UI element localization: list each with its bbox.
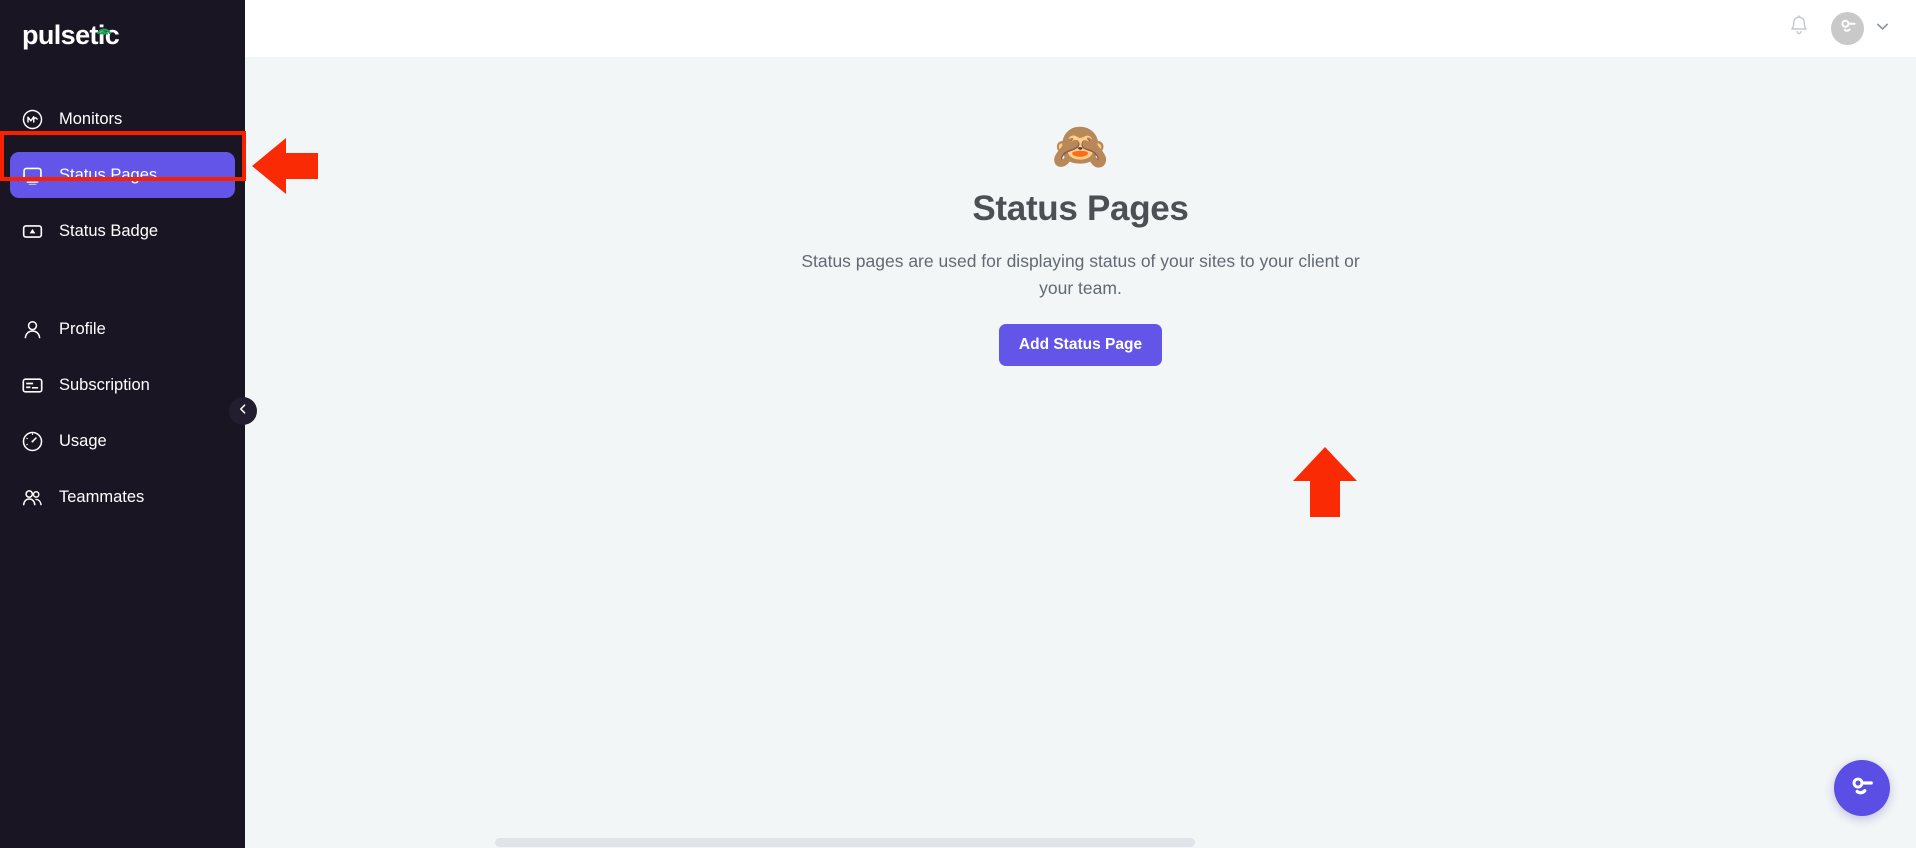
user-key-avatar-icon — [1837, 15, 1859, 42]
chevron-left-icon — [237, 402, 249, 420]
content-area: 🙈 Status Pages Status pages are used for… — [245, 57, 1916, 848]
app-root: pulsetic Monitors — [0, 0, 1916, 848]
status-badge-icon — [19, 218, 45, 244]
page-title: Status Pages — [761, 189, 1401, 229]
sidebar-collapse-button[interactable] — [229, 397, 257, 425]
status-page-screen-icon — [19, 162, 45, 188]
see-no-evil-monkey-icon: 🙈 — [761, 123, 1401, 175]
sidebar: pulsetic Monitors — [0, 0, 245, 848]
topbar — [245, 0, 1916, 57]
sidebar-item-profile[interactable]: Profile — [10, 306, 235, 352]
notifications-button[interactable] — [1787, 14, 1811, 43]
brand-logo[interactable]: pulsetic — [0, 0, 245, 70]
user-profile-icon — [19, 316, 45, 342]
account-menu-button[interactable] — [1831, 12, 1890, 45]
empty-state: 🙈 Status Pages Status pages are used for… — [761, 123, 1401, 848]
empty-state-description: Status pages are used for displaying sta… — [761, 248, 1401, 302]
topbar-actions — [1787, 12, 1890, 45]
gauge-icon — [19, 428, 45, 454]
chat-support-button[interactable] — [1834, 760, 1890, 816]
sidebar-item-label: Subscription — [59, 376, 150, 395]
horizontal-scrollbar-track[interactable] — [245, 835, 1916, 848]
add-status-page-button[interactable]: Add Status Page — [999, 324, 1162, 366]
main-area: 🙈 Status Pages Status pages are used for… — [245, 0, 1916, 848]
credit-card-icon — [19, 372, 45, 398]
sidebar-secondary-nav: Profile Subscription — [0, 306, 245, 520]
users-group-icon — [19, 484, 45, 510]
avatar — [1831, 12, 1864, 45]
sidebar-item-label: Monitors — [59, 110, 122, 129]
sidebar-item-subscription[interactable]: Subscription — [10, 362, 235, 408]
bell-icon — [1787, 14, 1811, 43]
sidebar-item-usage[interactable]: Usage — [10, 418, 235, 464]
sidebar-item-label: Profile — [59, 320, 106, 339]
sidebar-item-label: Status Badge — [59, 222, 158, 241]
chevron-down-icon — [1875, 19, 1890, 39]
sidebar-item-label: Usage — [59, 432, 107, 451]
sidebar-item-status-pages[interactable]: Status Pages — [10, 152, 235, 198]
sidebar-item-status-badge[interactable]: Status Badge — [10, 208, 235, 254]
horizontal-scrollbar-thumb[interactable] — [495, 838, 1195, 847]
sidebar-item-teammates[interactable]: Teammates — [10, 474, 235, 520]
sidebar-item-monitors[interactable]: Monitors — [10, 96, 235, 142]
sidebar-item-label: Status Pages — [59, 166, 157, 185]
sidebar-item-label: Teammates — [59, 488, 144, 507]
signal-arcs-icon — [96, 13, 112, 26]
monitors-pulse-icon — [19, 106, 45, 132]
chat-face-icon — [1847, 771, 1877, 806]
sidebar-primary-nav: Monitors Status Pages — [0, 96, 245, 254]
